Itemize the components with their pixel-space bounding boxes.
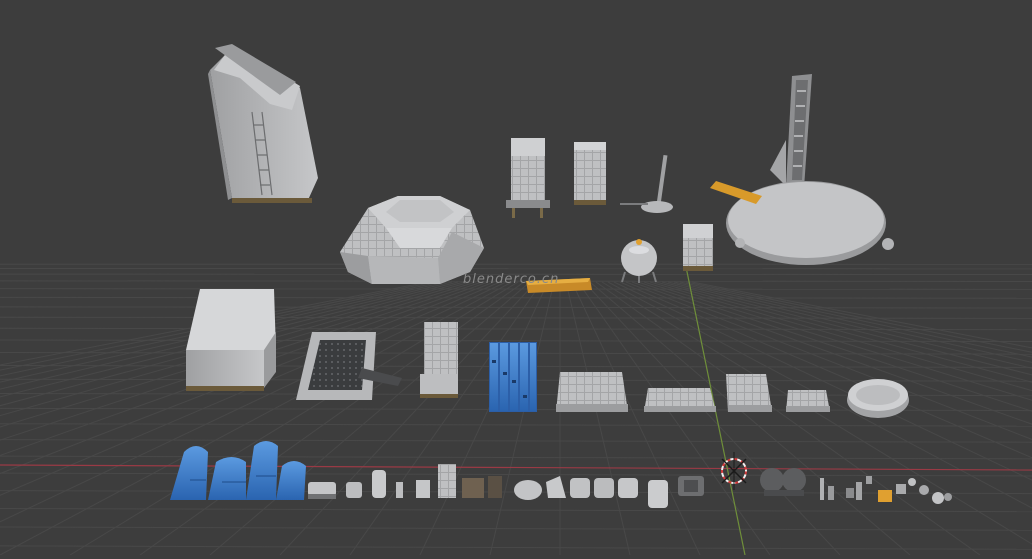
grid-line — [0, 473, 1032, 476]
grid-line — [0, 328, 1032, 329]
solar-panel-array[interactable] — [489, 342, 537, 412]
small-tower-module[interactable] — [683, 224, 713, 271]
grid-line — [626, 282, 1032, 555]
module-block[interactable] — [420, 322, 458, 398]
grid-line — [632, 282, 1032, 555]
grid-line — [0, 307, 1032, 308]
antenna-mast[interactable] — [620, 155, 673, 213]
grid-line — [614, 282, 1032, 555]
grid-line — [608, 282, 1032, 555]
grid-line — [578, 282, 770, 555]
grid-line — [0, 546, 1032, 549]
tower-block-on-legs[interactable] — [506, 138, 550, 218]
3d-viewport[interactable]: blenderco.cn — [0, 0, 1032, 555]
grid-line — [572, 282, 700, 555]
grid-line — [590, 282, 910, 555]
spherical-tank[interactable] — [621, 239, 657, 283]
blue-greenhouse-tunnels[interactable] — [170, 441, 306, 500]
tower-block-small[interactable] — [574, 142, 606, 205]
round-disc-platform[interactable] — [847, 379, 909, 418]
octagonal-dome-hall[interactable] — [340, 196, 484, 284]
tall-slanted-tower[interactable] — [208, 44, 318, 203]
grid-line — [0, 509, 1032, 512]
grid-line — [280, 282, 536, 555]
ground-plate-wide[interactable] — [644, 388, 716, 412]
small-parts-row[interactable] — [308, 464, 952, 508]
grid-line — [644, 282, 1032, 555]
grid-line — [0, 297, 1032, 298]
grid-line — [686, 282, 1032, 555]
grid-line — [566, 282, 630, 555]
grid-line — [0, 440, 1032, 443]
watermark-text: blenderco.cn — [463, 272, 559, 287]
large-box-hangar[interactable] — [186, 289, 276, 391]
ground-plate-small[interactable] — [786, 390, 830, 412]
ground-plate-medium[interactable] — [726, 374, 772, 412]
grid-line — [602, 282, 1032, 555]
grid-line — [584, 282, 840, 555]
ground-plate-large[interactable] — [556, 372, 628, 412]
x-axis-line — [0, 465, 1032, 470]
grid-line — [490, 282, 554, 555]
grid-line — [596, 282, 980, 555]
grid-line — [0, 289, 1032, 290]
launch-pad-with-tower[interactable] — [726, 74, 894, 265]
grid-line — [0, 456, 1032, 459]
